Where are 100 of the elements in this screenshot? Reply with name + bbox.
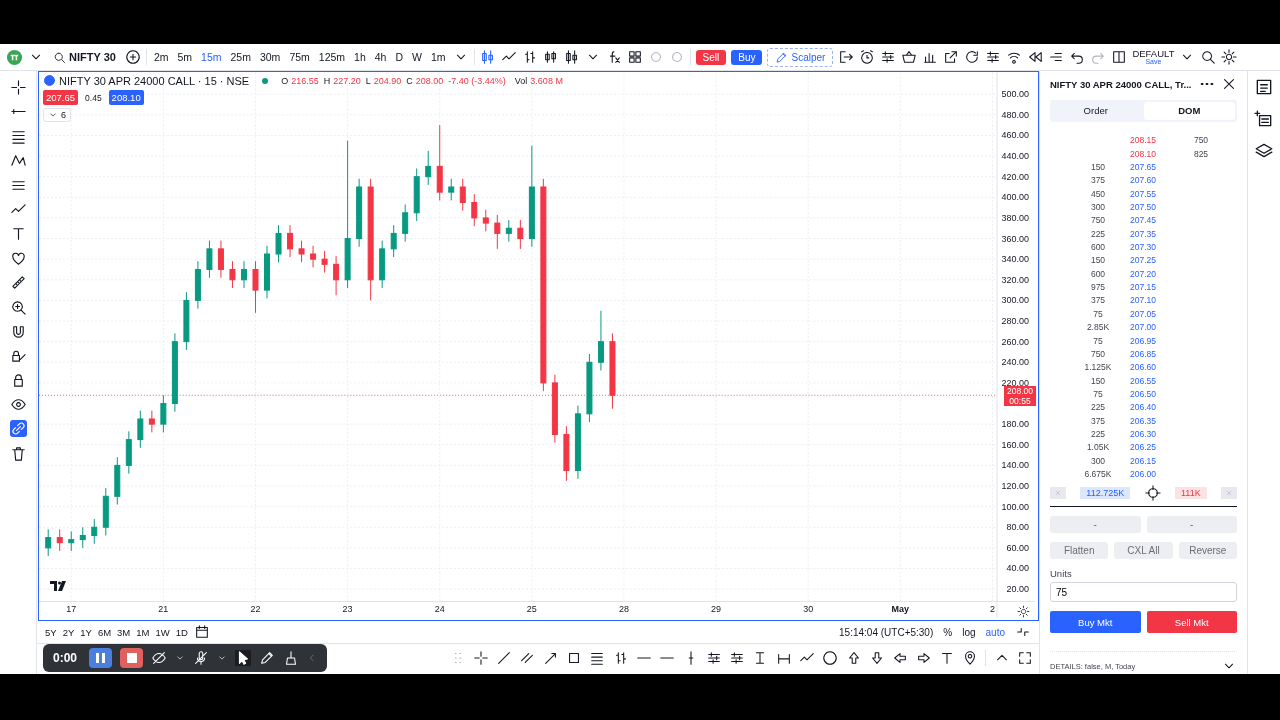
bid-price[interactable]: 206.60 bbox=[1120, 362, 1166, 373]
layout-icon[interactable] bbox=[1111, 49, 1128, 65]
range-button[interactable]: 1M bbox=[136, 626, 150, 638]
refresh-icon[interactable] bbox=[964, 49, 981, 65]
bid-price[interactable]: 207.05 bbox=[1120, 308, 1166, 319]
interval-button[interactable]: 25m bbox=[228, 49, 253, 65]
bid-price[interactable]: 207.45 bbox=[1120, 215, 1166, 226]
exit-icon[interactable] bbox=[838, 49, 855, 65]
bid-price[interactable]: 206.50 bbox=[1120, 388, 1166, 399]
pause-button[interactable] bbox=[89, 648, 112, 668]
align-icon[interactable] bbox=[880, 49, 897, 65]
buy-market-button[interactable]: Buy Mkt bbox=[1050, 611, 1141, 633]
add-list-icon[interactable] bbox=[1254, 109, 1274, 129]
pen-icon[interactable] bbox=[259, 650, 275, 666]
bid-price[interactable]: 206.95 bbox=[1120, 335, 1166, 346]
bid-price[interactable]: 206.00 bbox=[1120, 468, 1166, 479]
bid-price[interactable]: 206.55 bbox=[1120, 375, 1166, 386]
sliders-icon[interactable] bbox=[729, 649, 746, 666]
symbol-search[interactable]: NIFTY 30 bbox=[49, 50, 120, 64]
calendar-icon[interactable] bbox=[193, 624, 210, 640]
range-button[interactable]: 2Y bbox=[62, 626, 75, 638]
line-icon[interactable] bbox=[496, 649, 513, 666]
bid-price[interactable]: 206.30 bbox=[1120, 428, 1166, 439]
interval-button[interactable]: 1m bbox=[428, 49, 448, 65]
settings-icon[interactable] bbox=[1221, 49, 1238, 65]
bid-price[interactable]: 206.25 bbox=[1120, 442, 1166, 453]
stop-button[interactable] bbox=[120, 648, 143, 668]
caret-icon[interactable] bbox=[217, 653, 227, 663]
camera-off-icon[interactable] bbox=[151, 650, 167, 666]
interval-button[interactable]: D bbox=[393, 49, 406, 65]
crosshair-icon[interactable] bbox=[9, 79, 27, 96]
interval-button[interactable]: 1h bbox=[352, 49, 368, 65]
candles-icon[interactable] bbox=[563, 49, 580, 65]
ruler-icon[interactable] bbox=[9, 274, 27, 292]
alarm-icon[interactable] bbox=[859, 49, 876, 65]
cursor-icon[interactable] bbox=[235, 650, 251, 666]
indicators-toggle[interactable]: 6 bbox=[43, 108, 71, 122]
caret-icon[interactable] bbox=[175, 653, 185, 663]
interval-button[interactable]: W bbox=[410, 49, 424, 65]
bid-price[interactable]: 207.10 bbox=[1120, 295, 1166, 306]
panel-tab[interactable]: DOM bbox=[1143, 101, 1235, 120]
bid-price[interactable]: 207.30 bbox=[1120, 242, 1166, 253]
bid-price[interactable]: 207.25 bbox=[1120, 255, 1166, 266]
crosshair-icon[interactable] bbox=[1144, 485, 1161, 502]
broom-icon[interactable] bbox=[283, 650, 299, 666]
hollow-candles-icon[interactable] bbox=[542, 49, 559, 65]
bid-price-button[interactable]: 207.65 bbox=[43, 90, 79, 105]
interval-button[interactable]: 5m bbox=[175, 49, 195, 65]
bid-price[interactable]: 207.00 bbox=[1120, 322, 1166, 333]
add-symbol-icon[interactable] bbox=[124, 49, 141, 65]
sliders-icon[interactable] bbox=[985, 49, 1002, 65]
rewind-icon[interactable] bbox=[1027, 49, 1044, 65]
interval-button[interactable]: 30m bbox=[257, 49, 283, 65]
units-input[interactable]: 75 bbox=[1050, 582, 1237, 602]
bid-price[interactable]: 207.20 bbox=[1120, 268, 1166, 279]
bid-price[interactable]: 207.60 bbox=[1120, 175, 1166, 186]
mic-off-icon[interactable] bbox=[193, 650, 209, 666]
interval-button[interactable]: 2m bbox=[151, 49, 171, 65]
interval-button[interactable]: 125m bbox=[316, 49, 348, 65]
fullscreen-icon[interactable] bbox=[1017, 649, 1033, 666]
bid-price[interactable]: 206.40 bbox=[1120, 402, 1166, 413]
bid-price[interactable]: 206.15 bbox=[1120, 455, 1166, 466]
scale-option[interactable]: log bbox=[962, 626, 976, 638]
panel-tab[interactable]: Order bbox=[1050, 99, 1142, 122]
ask-price[interactable]: 208.15 bbox=[1120, 135, 1166, 146]
scalper-button[interactable]: Scalper bbox=[767, 47, 834, 67]
interval-button[interactable]: 4h bbox=[372, 49, 389, 65]
ask-price-button[interactable]: 208.10 bbox=[108, 90, 144, 105]
range-button[interactable]: 1Y bbox=[80, 626, 92, 638]
interval-button[interactable]: 75m bbox=[287, 49, 312, 65]
range-button[interactable]: 3M bbox=[117, 626, 131, 638]
grid-icon[interactable] bbox=[626, 49, 643, 65]
link-icon[interactable] bbox=[9, 420, 27, 438]
bid-price[interactable]: 206.35 bbox=[1120, 415, 1166, 426]
scale-option[interactable]: auto bbox=[985, 626, 1005, 638]
buy-button[interactable]: Buy bbox=[731, 49, 763, 65]
candlestick-icon[interactable] bbox=[479, 49, 496, 65]
settings-icon[interactable] bbox=[1017, 605, 1030, 618]
zoom-in-icon[interactable] bbox=[9, 298, 27, 316]
bid-price[interactable]: 206.85 bbox=[1120, 348, 1166, 359]
bid-price[interactable]: 207.35 bbox=[1120, 228, 1166, 239]
ask-price[interactable]: 208.10 bbox=[1120, 148, 1166, 159]
interval-button[interactable]: 15m bbox=[199, 49, 224, 65]
range-button[interactable]: 5Y bbox=[45, 626, 57, 638]
list-icon[interactable] bbox=[1254, 77, 1274, 97]
range-button[interactable]: 1W bbox=[155, 626, 170, 638]
bid-price[interactable]: 207.15 bbox=[1120, 282, 1166, 293]
range-button[interactable]: 6M bbox=[97, 626, 112, 638]
search-icon[interactable] bbox=[1200, 49, 1217, 65]
basket-icon[interactable] bbox=[901, 49, 918, 65]
app-logo-icon[interactable] bbox=[6, 48, 23, 66]
sliders-icon[interactable] bbox=[705, 649, 722, 666]
bid-price[interactable]: 207.65 bbox=[1120, 162, 1166, 173]
bid-price[interactable]: 207.50 bbox=[1120, 202, 1166, 213]
sell-market-button[interactable]: Sell Mkt bbox=[1146, 611, 1237, 633]
trash-icon[interactable] bbox=[9, 444, 27, 462]
scale-option[interactable]: % bbox=[943, 626, 953, 638]
range-button[interactable]: 1D bbox=[175, 626, 188, 638]
external-link-icon[interactable] bbox=[943, 49, 960, 65]
bid-price[interactable]: 207.55 bbox=[1120, 188, 1166, 199]
